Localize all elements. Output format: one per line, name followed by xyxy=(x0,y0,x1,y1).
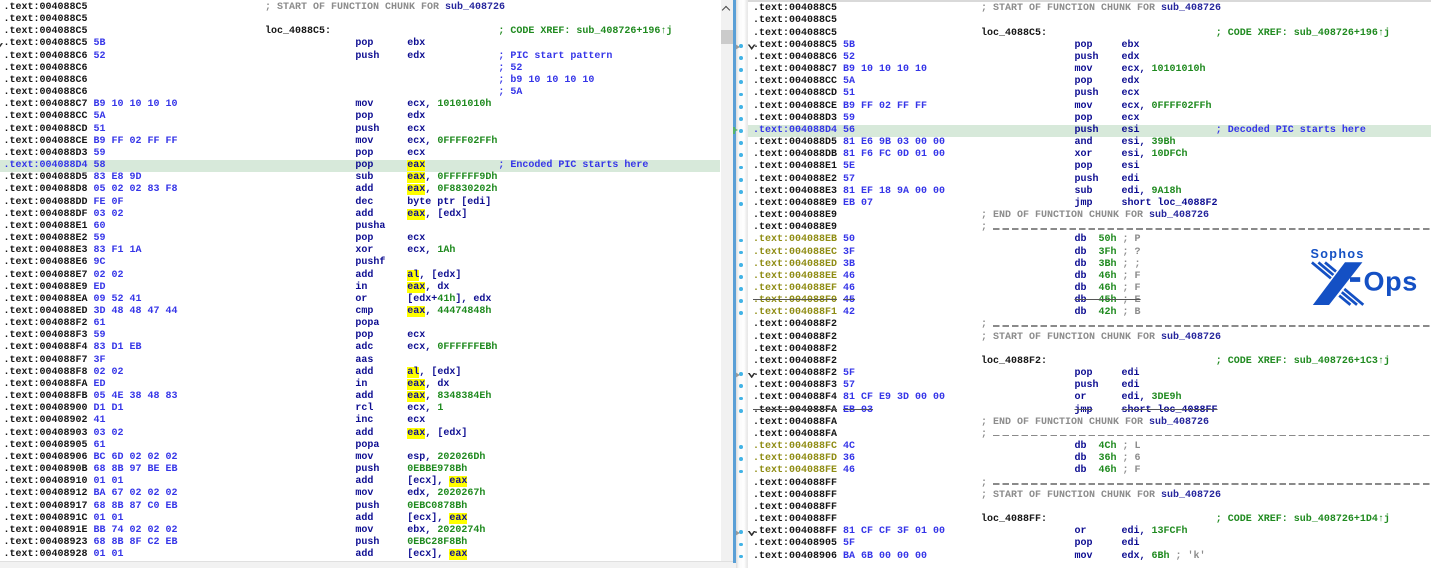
svg-text:Ops: Ops xyxy=(1364,267,1418,297)
svg-text:Sophos: Sophos xyxy=(1311,247,1365,261)
